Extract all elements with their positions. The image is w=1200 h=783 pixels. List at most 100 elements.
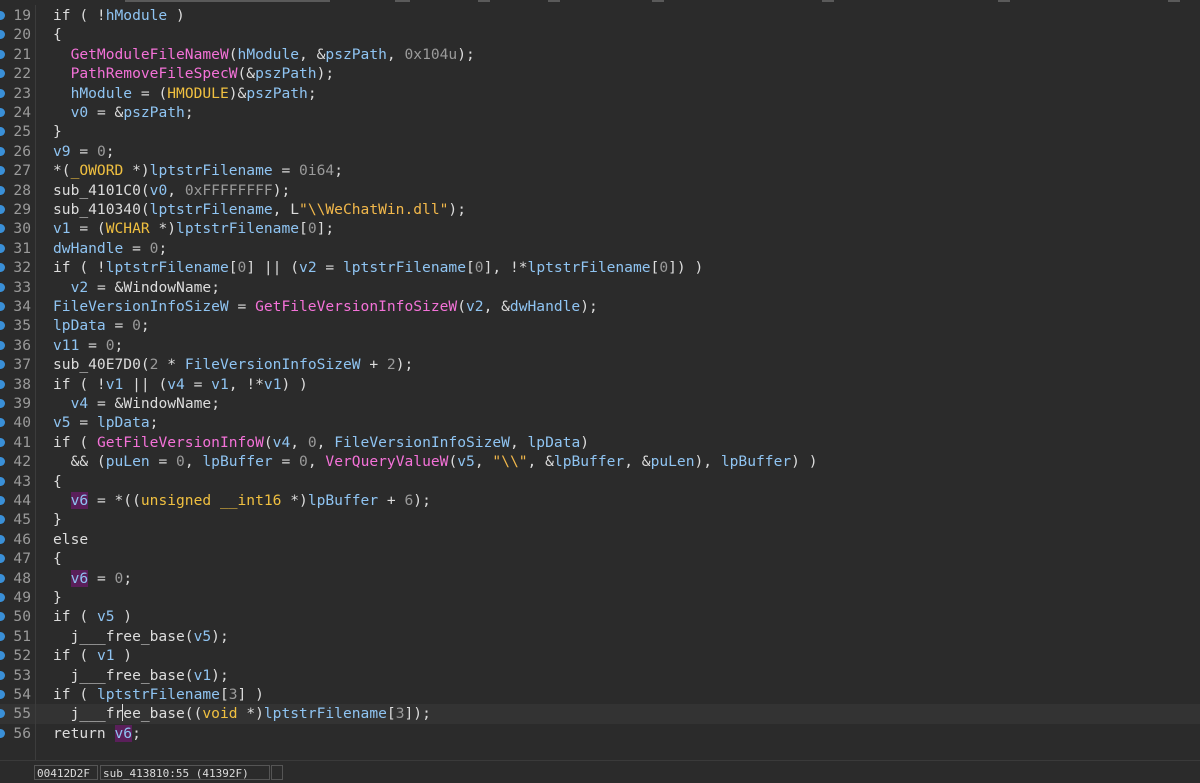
code-line[interactable]: 54 if ( lptstrFilename[3] ): [0, 685, 1200, 704]
code-token: = (: [70, 220, 106, 238]
code-line[interactable]: 51 j___free_base(v5);: [0, 627, 1200, 646]
code-token: unsigned __int16: [140, 492, 282, 509]
tab-fragment[interactable]: [548, 0, 560, 2]
breakpoint-marker-icon[interactable]: [0, 88, 5, 98]
breakpoint-marker-icon[interactable]: [0, 108, 5, 117]
code-token: v4: [70, 395, 89, 412]
breakpoint-marker-icon[interactable]: [0, 690, 5, 699]
code-line[interactable]: 29 sub_410340(lptstrFilename, L"\\WeChatW…: [0, 200, 1200, 219]
breakpoint-marker-icon[interactable]: [0, 496, 5, 505]
code-line[interactable]: 22 PathRemoveFileSpecW(&pszPath);: [0, 64, 1200, 83]
breakpoint-marker-icon[interactable]: [0, 30, 5, 40]
breakpoint-marker-icon[interactable]: [0, 709, 5, 719]
code-line[interactable]: 42 && (puLen = 0, lpBuffer = 0, VerQuery…: [0, 452, 1200, 471]
breakpoint-marker-icon[interactable]: [0, 243, 5, 253]
code-token: 6: [404, 492, 414, 509]
code-line[interactable]: 25}: [0, 122, 1200, 141]
tab-fragment[interactable]: [1168, 0, 1180, 2]
code-line[interactable]: 28 sub_4101C0(v0, 0xFFFFFFFF);: [0, 181, 1200, 200]
breakpoint-marker-icon[interactable]: [0, 399, 5, 408]
code-line[interactable]: 19 if ( !hModule ): [0, 6, 1200, 25]
breakpoint-marker-icon[interactable]: [0, 185, 5, 195]
code-line[interactable]: 32 if ( !lptstrFilename[0] || (v2 = lptst…: [0, 258, 1200, 277]
pseudocode-view[interactable]: 19 if ( !hModule ) 20{21 GetModuleFileName…: [0, 5, 1200, 760]
code-line[interactable]: 37 sub_40E7D0(2 * FileVersionInfoSizeW + …: [0, 355, 1200, 374]
code-line[interactable]: 40 v5 = lpData;: [0, 413, 1200, 432]
code-line[interactable]: 23 hModule = (HMODULE)&pszPath;: [0, 84, 1200, 103]
code-line[interactable]: 56 return v6;: [0, 724, 1200, 743]
code-line[interactable]: 24 v0 = &pszPath;: [0, 103, 1200, 122]
breakpoint-marker-icon[interactable]: [0, 515, 5, 525]
breakpoint-marker-icon[interactable]: [0, 146, 5, 156]
breakpoint-marker-icon[interactable]: [0, 302, 5, 311]
breakpoint-marker-icon[interactable]: [0, 321, 5, 331]
breakpoint-marker-icon[interactable]: [0, 205, 5, 214]
breakpoint-marker-icon[interactable]: [0, 534, 5, 544]
code-text: dwHandle = 0;: [53, 239, 167, 258]
breakpoint-marker-icon[interactable]: [0, 166, 5, 176]
breakpoint-marker-icon[interactable]: [0, 49, 5, 59]
tab-fragment[interactable]: [125, 0, 330, 2]
breakpoint-marker-icon[interactable]: [0, 263, 5, 273]
code-token: pszPath: [123, 104, 185, 121]
code-token: =: [316, 259, 343, 277]
code-line[interactable]: 55 j___free_base((void *)lptstrFilename[…: [0, 704, 1200, 724]
breakpoint-marker-icon[interactable]: [0, 224, 5, 234]
breakpoint-marker-icon[interactable]: [0, 670, 5, 680]
code-line[interactable]: 53 j___free_base(v1);: [0, 666, 1200, 685]
tab-fragment[interactable]: [395, 0, 410, 2]
code-token: v4: [167, 375, 185, 393]
code-line[interactable]: 20 {: [0, 25, 1200, 44]
breakpoint-marker-icon[interactable]: [0, 437, 5, 447]
code-line[interactable]: 38 if ( !v1 || (v4 = v1, !*v1) ): [0, 375, 1200, 394]
code-line[interactable]: 21 GetModuleFileNameW(hModule, &pszPath,…: [0, 45, 1200, 64]
code-line[interactable]: 49}: [0, 588, 1200, 607]
code-line[interactable]: 47 {: [0, 549, 1200, 568]
code-text: {: [53, 25, 62, 44]
breakpoint-marker-icon[interactable]: [0, 593, 5, 602]
code-line[interactable]: 39 v4 = &WindowName;: [0, 394, 1200, 413]
code-token: pszPath: [246, 84, 308, 102]
code-line[interactable]: 48 v6 = 0;: [0, 569, 1200, 588]
code-text: sub_4101C0(v0, 0xFFFFFFFF);: [53, 181, 290, 200]
breakpoint-marker-icon[interactable]: [0, 631, 5, 641]
code-line[interactable]: 30 v1 = (WCHAR *)lptstrFilename[0];: [0, 219, 1200, 238]
code-line[interactable]: 45}: [0, 510, 1200, 529]
code-line[interactable]: 50 if ( v5 ): [0, 607, 1200, 626]
tab-fragment[interactable]: [652, 0, 664, 2]
code-line[interactable]: 34 FileVersionInfoSizeW = GetFileVersionI…: [0, 297, 1200, 316]
tab-fragment[interactable]: [998, 0, 1010, 2]
breakpoint-marker-icon[interactable]: [0, 612, 5, 622]
breakpoint-marker-icon[interactable]: [0, 554, 5, 564]
code-line[interactable]: 52 if ( v1 ): [0, 646, 1200, 665]
breakpoint-marker-icon[interactable]: [0, 127, 5, 137]
breakpoint-marker-icon[interactable]: [0, 360, 5, 370]
code-line[interactable]: 43 {: [0, 472, 1200, 491]
code-line[interactable]: 27 *(_OWORD *)lptstrFilename = 0i64;: [0, 161, 1200, 180]
breakpoint-marker-icon[interactable]: [0, 340, 5, 350]
breakpoint-marker-icon[interactable]: [0, 573, 5, 583]
breakpoint-marker-icon[interactable]: [0, 11, 5, 20]
code-token: dwHandle: [509, 298, 581, 315]
breakpoint-marker-icon[interactable]: [0, 457, 5, 467]
code-line[interactable]: 44 v6 = *((unsigned __int16 *)lpBuffer +…: [0, 491, 1200, 510]
breakpoint-marker-icon[interactable]: [0, 69, 5, 79]
code-line[interactable]: 36 v11 = 0;: [0, 336, 1200, 355]
code-line[interactable]: 31 dwHandle = 0;: [0, 239, 1200, 258]
code-line[interactable]: 33 v2 = &WindowName;: [0, 278, 1200, 297]
code-text: sub_40E7D0(2 * FileVersionInfoSizeW + 2)…: [53, 355, 413, 374]
tab-fragment[interactable]: [478, 0, 490, 2]
breakpoint-marker-icon[interactable]: [0, 651, 5, 661]
code-line[interactable]: 35 lpData = 0;: [0, 316, 1200, 335]
code-token: 0x104u: [404, 45, 458, 63]
code-line[interactable]: 26 v9 = 0;: [0, 142, 1200, 161]
breakpoint-marker-icon[interactable]: [0, 282, 5, 292]
breakpoint-marker-icon[interactable]: [0, 476, 5, 486]
tab-fragment[interactable]: [822, 0, 834, 2]
code-line[interactable]: 46 else: [0, 530, 1200, 549]
code-line[interactable]: 41 if ( GetFileVersionInfoW(v4, 0, FileVe…: [0, 433, 1200, 452]
breakpoint-marker-icon[interactable]: [0, 418, 5, 428]
breakpoint-marker-icon[interactable]: [0, 728, 5, 738]
breakpoint-marker-icon[interactable]: [0, 379, 5, 389]
line-number: 35: [13, 317, 31, 335]
